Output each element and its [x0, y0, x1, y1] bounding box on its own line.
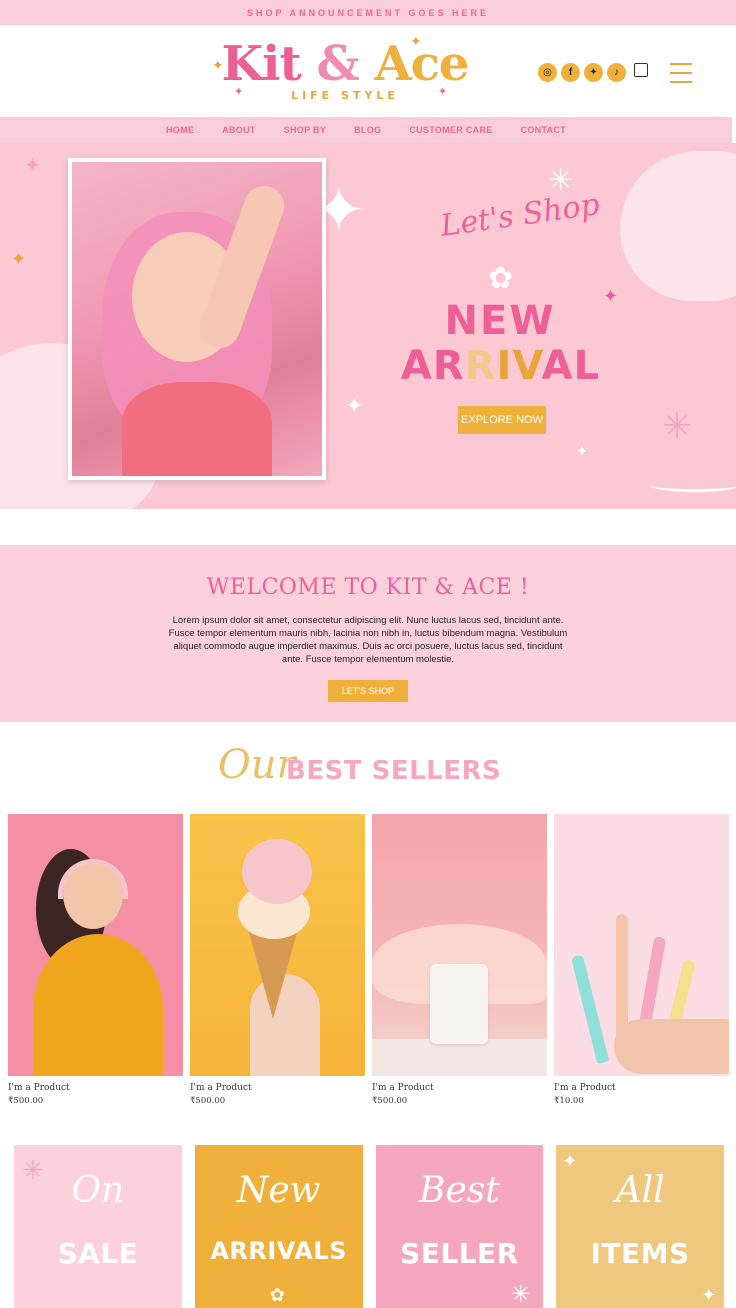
site-header: ✦ ✦ ✦ ✦ Kit & Ace LIFE STYLE ◎ f ✦ ♪: [0, 25, 736, 117]
nav-shop-by[interactable]: SHOP BY: [270, 125, 340, 135]
product-card[interactable]: I'm a Product ₹500.00: [190, 814, 365, 1114]
product-image[interactable]: [8, 814, 183, 1076]
flower-icon: ✿: [269, 1285, 285, 1305]
product-grid: I'm a Product ₹500.00 I'm a Product ₹500…: [8, 814, 730, 1114]
nav-home[interactable]: HOME: [152, 125, 208, 135]
sparkle-icon: ✦: [24, 155, 41, 177]
product-name[interactable]: I'm a Product: [190, 1083, 365, 1093]
social-links: ◎ f ✦ ♪: [538, 62, 648, 82]
hamburger-menu-icon[interactable]: [670, 63, 692, 83]
category-label: SALE: [57, 1237, 139, 1270]
sparkle-icon: ✦: [438, 86, 448, 98]
decorative-blob: [620, 151, 736, 301]
sparkle-icon: ✦: [562, 1151, 578, 1171]
sparkle-icon: ✦: [576, 443, 588, 459]
cart-icon[interactable]: [634, 62, 648, 77]
product-price: ₹500.00: [8, 1096, 44, 1106]
nav-contact[interactable]: CONTACT: [507, 125, 580, 135]
announcement-text: SHOP ANNOUNCEMENT GOES HERE: [246, 7, 490, 18]
category-label: SELLER: [400, 1237, 519, 1270]
sparkle-icon: ✦: [212, 57, 224, 73]
product-image[interactable]: [190, 814, 365, 1076]
hero-script-text: Let's Shop: [438, 187, 602, 244]
hero-title-arrival: ARRIVAL: [400, 343, 601, 389]
welcome-body: Lorem ipsum dolor sit amet, consectetur …: [168, 615, 568, 665]
sparkle-icon: ✦: [410, 33, 422, 49]
nav-blog[interactable]: BLOG: [340, 125, 395, 135]
category-label: ARRIVALS: [210, 1237, 347, 1265]
lets-shop-button[interactable]: LET'S SHOP: [328, 680, 408, 702]
category-tiles: ✳ On SALE New ARRIVALS ✿ Best SELLER ✳ ✦…: [14, 1145, 724, 1308]
sparkle-icon: ✦: [603, 286, 619, 306]
logo-word-kit: Kit: [221, 36, 302, 92]
sparkle-icon: ✦: [11, 249, 27, 269]
product-name[interactable]: I'm a Product: [8, 1083, 183, 1093]
product-name[interactable]: I'm a Product: [372, 1083, 547, 1093]
product-price: ₹10.00: [554, 1096, 584, 1106]
facebook-icon[interactable]: f: [561, 63, 580, 82]
product-card[interactable]: I'm a Product ₹500.00: [372, 814, 547, 1114]
hero-photo: [68, 158, 326, 480]
hero-banner: ✦ ✦ ✦ ✦ ✳ ✦ ✦ ✳ Let's Shop ✿ NEW ARRIVAL…: [0, 143, 736, 509]
instagram-icon[interactable]: ◎: [538, 63, 557, 82]
tiktok-icon[interactable]: ♪: [607, 63, 626, 82]
product-card[interactable]: I'm a Product ₹500.00: [8, 814, 183, 1114]
category-all-items[interactable]: ✦ All ITEMS ✦: [556, 1145, 724, 1308]
burst-icon: ✳: [510, 1281, 531, 1308]
product-card[interactable]: I'm a Product ₹10.00: [554, 814, 729, 1114]
nav-customer-care[interactable]: CUSTOMER CARE: [395, 125, 506, 135]
nav-about[interactable]: ABOUT: [208, 125, 270, 135]
category-sale[interactable]: ✳ On SALE: [14, 1145, 182, 1308]
best-sellers-script: Our: [218, 742, 296, 788]
product-image[interactable]: [372, 814, 547, 1076]
product-price: ₹500.00: [190, 1096, 226, 1106]
announcement-bar: SHOP ANNOUNCEMENT GOES HERE: [0, 0, 736, 25]
hero-image: [72, 162, 322, 476]
sparkle-icon: ✦: [701, 1285, 717, 1305]
best-sellers-title: BEST SELLERS: [286, 756, 502, 786]
welcome-section: WELCOME TO KIT & ACE ! Lorem ipsum dolor…: [0, 545, 736, 722]
category-script: On: [71, 1170, 125, 1211]
category-label: ITEMS: [590, 1237, 690, 1270]
category-script: Best: [419, 1170, 500, 1211]
hero-title-new: NEW: [444, 298, 556, 344]
main-nav: HOME ABOUT SHOP BY BLOG CUSTOMER CARE CO…: [0, 117, 732, 143]
brand-logo[interactable]: ✦ ✦ ✦ ✦ Kit & Ace LIFE STYLE: [210, 33, 480, 107]
category-new-arrivals[interactable]: New ARRIVALS ✿: [194, 1145, 363, 1308]
decorative-wave: [650, 478, 736, 492]
welcome-title: WELCOME TO KIT & ACE !: [206, 575, 530, 600]
product-price: ₹500.00: [372, 1096, 408, 1106]
twitter-icon[interactable]: ✦: [584, 63, 603, 82]
product-image[interactable]: [554, 814, 729, 1076]
category-script: New: [236, 1170, 321, 1211]
category-script: All: [615, 1170, 665, 1211]
burst-icon: ✳: [662, 405, 693, 446]
flower-icon: ✿: [488, 262, 514, 295]
sparkle-icon: ✦: [234, 86, 244, 98]
explore-now-button[interactable]: EXPLORE NOW: [458, 406, 546, 434]
best-sellers-heading: Our BEST SELLERS: [218, 742, 538, 802]
logo-ampersand: &: [316, 36, 359, 92]
product-name[interactable]: I'm a Product: [554, 1083, 729, 1093]
category-best-seller[interactable]: Best SELLER ✳: [375, 1145, 544, 1308]
sparkle-icon: ✦: [345, 393, 364, 418]
